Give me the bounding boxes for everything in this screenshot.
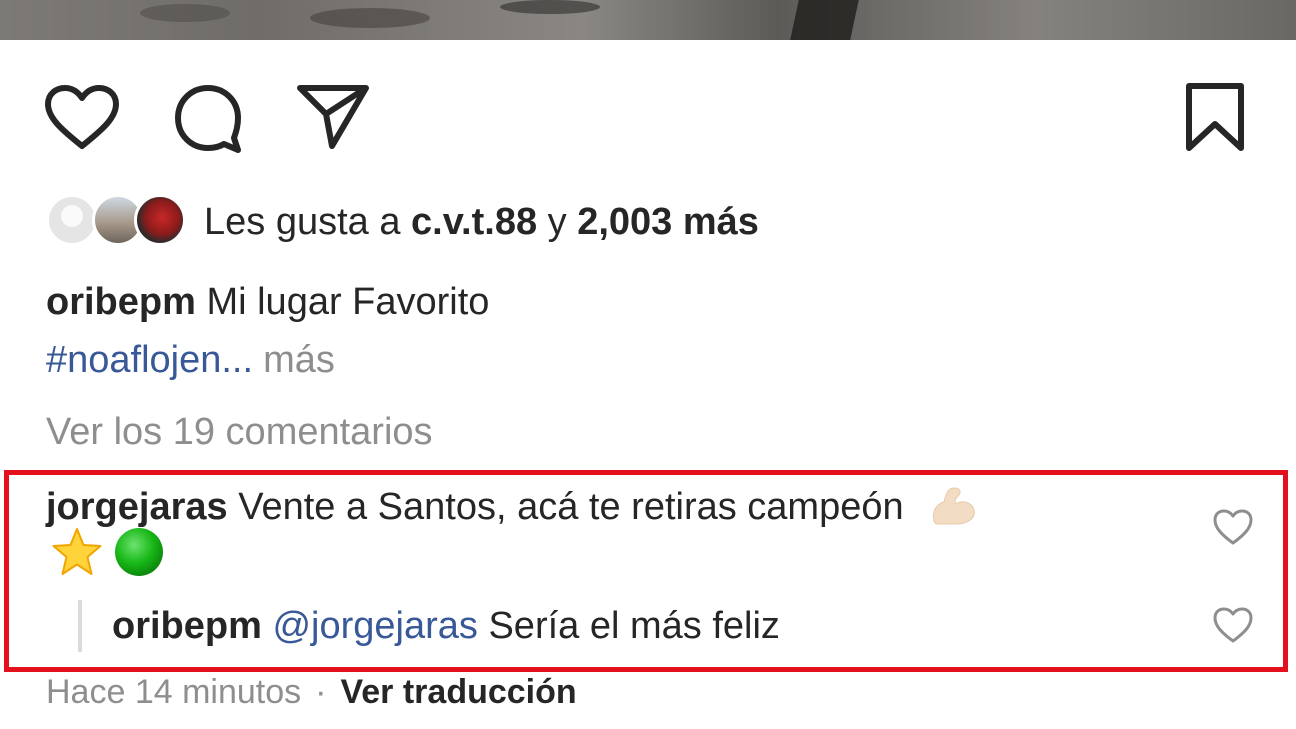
liker-username[interactable]: c.v.t.88 — [411, 201, 537, 243]
avatar — [46, 194, 98, 246]
meta-separator: · — [315, 673, 327, 711]
caption-hashtag-line: #noaflojen... más — [46, 338, 335, 382]
post-action-bar — [0, 78, 1296, 158]
liker-avatars — [46, 194, 186, 250]
avatar — [134, 194, 186, 246]
comment-like-icon[interactable] — [1212, 508, 1254, 551]
likes-row[interactable]: Les gusta a c.v.t.88 y 2,003 más — [46, 190, 759, 254]
send-icon[interactable] — [296, 82, 370, 152]
reply-thread-line — [78, 600, 82, 652]
reply-item: oribepm @jorgejaras Sería el más feliz — [112, 604, 780, 648]
likes-count[interactable]: 2,003 más — [577, 201, 759, 243]
reply-mention[interactable]: @jorgejaras — [272, 605, 477, 647]
caption-more-link[interactable]: más — [263, 339, 335, 381]
comment-emoji-line — [50, 526, 166, 583]
caption-username[interactable]: oribepm — [46, 281, 196, 323]
post-caption: oribepm Mi lugar Favorito — [46, 280, 489, 324]
hashtag-link[interactable]: #noaflojen... — [46, 339, 253, 381]
comment-username[interactable]: jorgejaras — [46, 486, 228, 528]
comment-text: Vente a Santos, acá te retiras campeón — [227, 486, 904, 529]
caption-text: Mi lugar Favorito — [195, 281, 490, 323]
heart-icon[interactable] — [44, 84, 120, 150]
green-circle-emoji — [112, 525, 166, 584]
likes-connector: y — [537, 200, 578, 243]
likes-summary[interactable]: Les gusta a c.v.t.88 y 2,003 más — [204, 201, 759, 244]
post-timestamp: Hace 14 minutos — [46, 673, 302, 711]
post-image[interactable] — [0, 0, 1296, 40]
view-all-comments-link[interactable]: Ver los 19 comentarios — [46, 410, 433, 454]
bookmark-icon[interactable] — [1184, 82, 1246, 154]
comment-item: jorgejaras Vente a Santos, acá te retira… — [46, 482, 978, 536]
reply-text: Sería el más feliz — [477, 605, 780, 647]
reply-like-icon[interactable] — [1212, 606, 1254, 649]
post-meta: Hace 14 minutos · Ver traducción — [46, 672, 577, 712]
translate-link[interactable]: Ver traducción — [340, 673, 576, 711]
likes-prefix: Les gusta a — [204, 200, 412, 243]
flexed-biceps-emoji — [928, 482, 978, 536]
star-emoji — [50, 526, 104, 583]
comment-icon[interactable] — [172, 82, 244, 154]
reply-username[interactable]: oribepm — [112, 605, 262, 647]
